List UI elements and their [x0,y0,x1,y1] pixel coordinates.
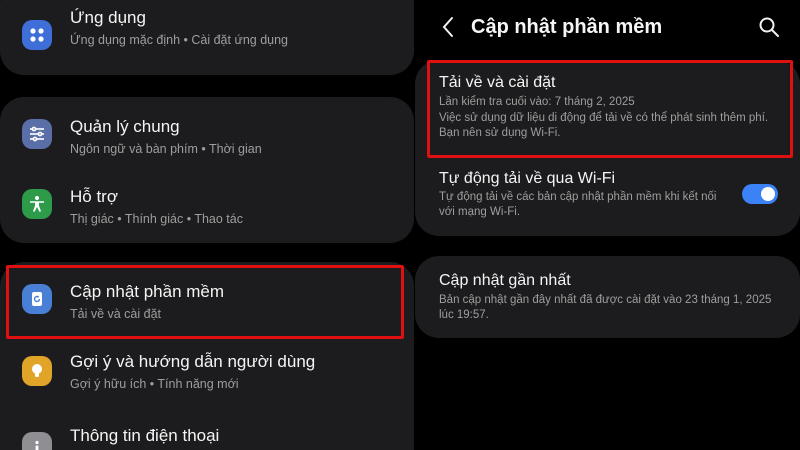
settings-item-label: Thông tin điện thoại [70,426,220,445]
auto-download-wifi-item[interactable]: Tự động tải về qua Wi-Fi Tự động tải về … [415,164,800,234]
settings-item-subtitle: Thị giác • Thính giác • Thao tác [70,212,243,226]
settings-item-label: Gợi ý và hướng dẫn người dùng [70,352,316,371]
bulb-icon [22,356,52,386]
settings-item-tips[interactable]: Gợi ý và hướng dẫn người dùng Gợi ý hữu … [0,336,414,406]
general-support-card: Quản lý chung Ngôn ngữ và bàn phím • Thờ… [0,97,414,243]
sliders-icon [22,119,52,149]
highlight-box [427,60,793,158]
highlight-box [6,265,404,339]
settings-item-label: Hỗ trợ [70,187,118,206]
back-icon[interactable] [437,14,461,40]
page-title: Cập nhật phần mềm [471,16,663,38]
software-update-panel: Cập nhật phần mềm Tải về và cài đặt Lần … [415,0,800,450]
settings-item-subtitle: Ngôn ngữ và bàn phím • Thời gian [70,142,262,156]
search-icon[interactable] [758,16,780,38]
settings-item-apps[interactable]: Ứng dụng Ứng dụng mặc định • Cài đặt ứng… [0,2,414,72]
auto-download-toggle[interactable] [742,184,778,204]
settings-item-label: Ứng dụng [70,8,146,27]
auto-download-title: Tự động tải về qua Wi-Fi [439,170,616,187]
apps-card: Ứng dụng Ứng dụng mặc định • Cài đặt ứng… [0,0,414,75]
settings-item-label: Quản lý chung [70,117,180,136]
latest-update-item[interactable]: Cập nhật gần nhất Bản cập nhật gần đây n… [415,256,800,338]
top-bar: Cập nhật phần mềm [415,0,800,56]
settings-item-subtitle: Gợi ý hữu ích • Tính năng mới [70,377,239,391]
settings-item-subtitle: Ứng dụng mặc định • Cài đặt ứng dụng [70,33,289,47]
settings-item-support[interactable]: Hỗ trợ Thị giác • Thính giác • Thao tác [0,169,414,241]
settings-item-phone-info[interactable]: Thông tin điện thoại [0,406,414,450]
accessibility-icon [22,189,52,219]
settings-item-general-management[interactable]: Quản lý chung Ngôn ngữ và bàn phím • Thờ… [0,97,414,169]
settings-list-panel: Ứng dụng Ứng dụng mặc định • Cài đặt ứng… [0,0,415,450]
toggle-knob [761,187,775,201]
info-icon [22,432,52,450]
latest-update-card: Cập nhật gần nhất Bản cập nhật gần đây n… [415,256,800,338]
latest-update-title: Cập nhật gần nhất [439,272,571,289]
latest-update-desc: Bản cập nhật gần đây nhất đã được cài đặ… [439,294,772,321]
auto-download-desc: Tự động tải về các bản cập nhật phần mềm… [439,191,717,218]
apps-icon [22,20,52,50]
